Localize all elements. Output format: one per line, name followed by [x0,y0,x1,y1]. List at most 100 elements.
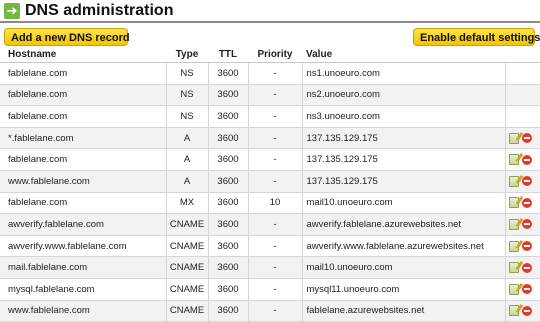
cell-ttl: 3600 [207,300,248,322]
table-header-row: Hostname Type TTL Priority Value [0,46,540,63]
cell-ttl: 3600 [207,170,248,193]
cell-priority: - [247,105,302,128]
cell-priority: - [247,148,302,171]
cell-type: CNAME [165,256,208,279]
cell-actions [504,278,540,301]
cell-hostname: fablelane.com [0,105,166,128]
edit-icon[interactable] [508,262,519,274]
table-row: *.fablelane.com A 3600-137.135.129.175 [0,127,540,150]
cell-type: A [165,170,208,193]
page-title: DNS administration [25,2,174,19]
cell-value: awverify.fablelane.azurewebsites.net [301,213,505,236]
cell-priority: - [247,278,302,301]
cell-value: mail10.unoeuro.com [301,256,505,279]
column-header-type: Type [166,46,208,63]
cell-actions [504,62,540,85]
cell-value: mail10.unoeuro.com [301,192,505,215]
cell-actions [504,256,540,279]
table-row: mail.fablelane.com CNAME 3600- mail10.unoeu… [0,256,540,279]
table-row: fablelane.com NS 3600- ns1.unoeuro.com [0,62,540,85]
cell-ttl: 3600 [207,256,248,279]
cell-value: ns1.unoeuro.com [301,62,505,85]
table-row: fablelane.com A 3600-137.135.129.175 [0,148,540,171]
cell-ttl: 3600 [207,213,248,236]
cell-hostname: fablelane.com [0,192,166,215]
edit-icon[interactable] [508,175,519,187]
edit-icon[interactable] [508,132,519,144]
delete-icon[interactable] [521,262,532,273]
cell-actions [504,300,540,322]
edit-icon[interactable] [508,283,519,295]
edit-icon[interactable] [508,218,519,230]
cell-priority: - [247,300,302,322]
dns-records-table: Hostname Type TTL Priority Value fablela… [0,46,540,322]
cell-type: CNAME [165,278,208,301]
arrow-right-icon: ➔ [4,3,20,19]
cell-priority: - [247,213,302,236]
cell-value: 137.135.129.175 [301,127,505,150]
cell-hostname: awverify.www.fablelane.com [0,235,166,258]
cell-priority: - [247,170,302,193]
edit-icon[interactable] [508,154,519,166]
cell-type: CNAME [165,300,208,322]
cell-actions [504,192,540,215]
page-header: ➔ DNS administration [0,0,540,22]
delete-icon[interactable] [521,219,532,230]
cell-type: CNAME [165,213,208,236]
cell-value: 137.135.129.175 [301,148,505,171]
table-row: www.fablelane.com A 3600-137.135.129.175 [0,170,540,193]
delete-icon[interactable] [521,241,532,252]
column-header-ttl: TTL [208,46,248,63]
cell-actions [504,84,540,107]
cell-hostname: fablelane.com [0,84,166,107]
table-row: awverify.fablelane.com CNAME 3600- awverify… [0,213,540,236]
cell-actions [504,148,540,171]
cell-ttl: 3600 [207,235,248,258]
cell-hostname: www.fablelane.com [0,300,166,322]
delete-icon[interactable] [521,305,532,316]
column-header-value: Value [302,46,505,63]
cell-hostname: *.fablelane.com [0,127,166,150]
cell-priority: 10 [247,192,302,215]
delete-icon[interactable] [521,284,532,295]
column-header-priority: Priority [248,46,302,63]
cell-value: ns3.unoeuro.com [301,105,505,128]
cell-priority: - [247,62,302,85]
delete-icon[interactable] [521,197,532,208]
cell-hostname: mysql.fablelane.com [0,278,166,301]
cell-type: NS [165,62,208,85]
cell-hostname: mail.fablelane.com [0,256,166,279]
table-row: fablelane.com NS 3600- ns2.unoeuro.com [0,84,540,107]
cell-hostname: fablelane.com [0,62,166,85]
cell-ttl: 3600 [207,127,248,150]
cell-value: awverify.www.fablelane.azurewebsites.net [301,235,505,258]
cell-value: fablelane.azurewebsites.net [301,300,505,322]
cell-actions [504,235,540,258]
enable-default-settings-button[interactable]: Enable default settings [413,28,540,46]
add-dns-record-button[interactable]: Add a new DNS record [4,28,130,46]
table-row: fablelane.com MX 3600 10 mail10.unoeuro.com [0,192,540,215]
delete-icon[interactable] [521,176,532,187]
delete-icon[interactable] [521,154,532,165]
cell-value: 137.135.129.175 [301,170,505,193]
cell-actions [504,213,540,236]
cell-type: A [165,148,208,171]
delete-icon[interactable] [521,133,532,144]
edit-icon[interactable] [508,240,519,252]
cell-actions [504,170,540,193]
cell-hostname: awverify.fablelane.com [0,213,166,236]
table-row: fablelane.com NS 3600- ns3.unoeuro.com [0,105,540,128]
column-header-hostname: Hostname [0,46,166,63]
cell-value: mysql11.unoeuro.com [301,278,505,301]
edit-icon[interactable] [508,197,519,209]
table-row: www.fablelane.com CNAME 3600- fablelane.azu… [0,300,540,322]
cell-actions [504,105,540,128]
cell-priority: - [247,84,302,107]
cell-priority: - [247,235,302,258]
cell-priority: - [247,256,302,279]
cell-ttl: 3600 [207,192,248,215]
cell-type: NS [165,105,208,128]
cell-type: NS [165,84,208,107]
edit-icon[interactable] [508,305,519,317]
cell-type: MX [165,192,208,215]
